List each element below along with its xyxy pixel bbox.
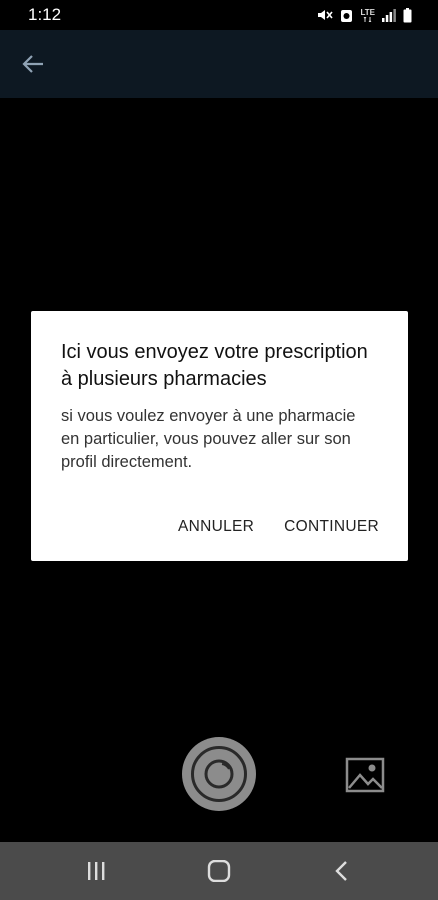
- nav-back-button[interactable]: [326, 857, 356, 885]
- back-icon: [335, 861, 347, 881]
- continue-button[interactable]: CONTINUER: [284, 518, 379, 536]
- lte-icon: LTE: [360, 7, 375, 22]
- alert-dialog: Ici vous envoyez votre prescription à pl…: [31, 311, 408, 561]
- back-button[interactable]: [13, 44, 53, 84]
- image-gallery-icon: [345, 757, 385, 793]
- system-nav-bar: [0, 842, 438, 900]
- dialog-actions: ANNULER CONTINUER: [178, 518, 379, 536]
- dialog-message: si vous voulez envoyer à une pharmacie e…: [61, 407, 356, 471]
- status-time: 1:12: [28, 5, 62, 24]
- home-icon: [207, 860, 231, 882]
- arrow-left-icon: [22, 55, 43, 73]
- recent-apps-button[interactable]: [81, 857, 111, 885]
- status-icons: LTE: [317, 7, 412, 23]
- signal-icon: [382, 8, 396, 22]
- app-bar: [0, 30, 438, 98]
- status-bar: 1:12 LTE: [0, 0, 438, 30]
- shutter-button[interactable]: [182, 737, 256, 811]
- home-button[interactable]: [204, 857, 234, 885]
- recent-apps-icon: [88, 862, 105, 880]
- lte-label: LTE: [360, 7, 375, 17]
- mute-icon: [318, 10, 334, 20]
- alarm-icon: [341, 9, 353, 22]
- camera-shutter-icon: [191, 746, 247, 802]
- gallery-button[interactable]: [345, 757, 385, 793]
- battery-icon: [403, 7, 412, 22]
- dialog-title: Ici vous envoyez votre prescription à pl…: [61, 341, 368, 390]
- cancel-button[interactable]: ANNULER: [178, 518, 254, 536]
